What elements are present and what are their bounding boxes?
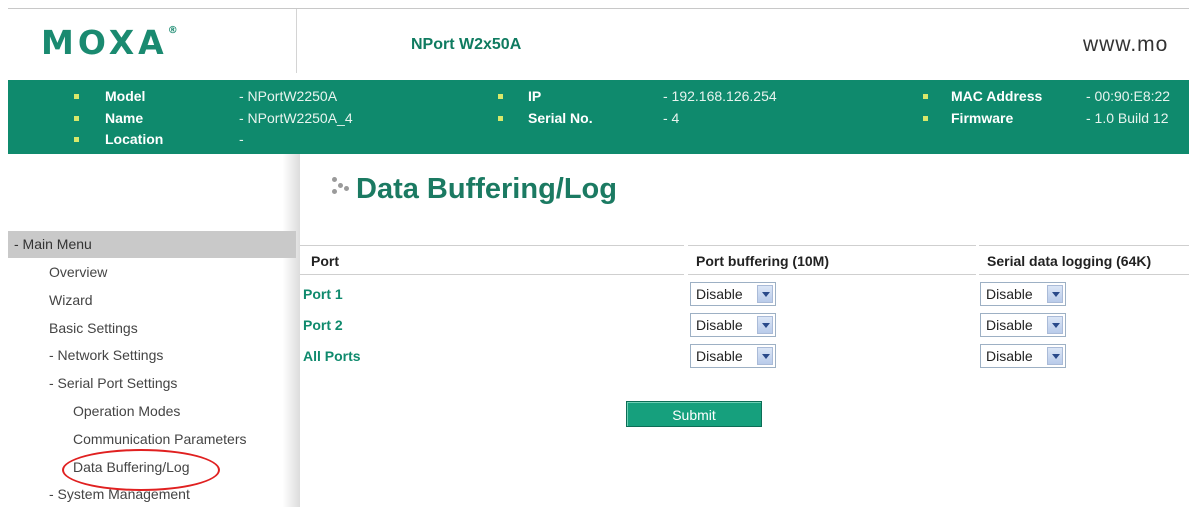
location-value: -: [239, 131, 244, 147]
ip-label: IP: [528, 88, 542, 104]
dropdown-arrow-icon[interactable]: [757, 285, 773, 303]
bullet-icon: [74, 94, 79, 99]
nav-item-communication-parameters[interactable]: Communication Parameters: [73, 431, 247, 447]
dropdown-arrow-icon[interactable]: [1047, 285, 1063, 303]
bullet-icon: [498, 94, 503, 99]
nav-item-operation-modes[interactable]: Operation Modes: [73, 403, 180, 419]
nav-item-overview[interactable]: Overview: [49, 264, 107, 280]
main-menu-header[interactable]: - Main Menu: [8, 231, 296, 258]
name-label: Name: [105, 110, 144, 126]
title-dots-icon: [330, 174, 352, 200]
model-value: - NPortW2250A: [239, 88, 338, 104]
location-label: Location: [105, 131, 164, 147]
dropdown-arrow-icon[interactable]: [757, 316, 773, 334]
nav-item-serial-port-settings[interactable]: - Serial Port Settings: [49, 375, 177, 391]
submit-button[interactable]: Submit: [626, 401, 762, 427]
bullet-icon: [498, 116, 503, 121]
name-value: - NPortW2250A_4: [239, 110, 353, 126]
model-label: Model: [105, 88, 146, 104]
port-1-buffering-select[interactable]: Disable: [690, 282, 776, 306]
column-header-serial-logging: Serial data logging (64K): [979, 245, 1189, 275]
all-ports-label: All Ports: [303, 348, 361, 364]
moxa-logo[interactable]: MOXA®: [41, 23, 178, 62]
bullet-icon: [74, 116, 79, 121]
bullet-icon: [923, 116, 928, 121]
device-info-bar: Model - NPortW2250A IP - 192.168.126.254…: [8, 80, 1189, 154]
port-2-label: Port 2: [303, 317, 343, 333]
registered-mark: ®: [167, 25, 178, 36]
product-name: NPort W2x50A: [411, 36, 522, 53]
ip-value: - 192.168.126.254: [663, 88, 777, 104]
all-ports-logging-select[interactable]: Disable: [980, 344, 1066, 368]
nav-item-wizard[interactable]: Wizard: [49, 292, 93, 308]
logo-area: MOXA®: [8, 9, 297, 73]
nav-item-network-settings[interactable]: - Network Settings: [49, 347, 163, 363]
mac-value: - 00:90:E8:22: [1086, 88, 1171, 104]
firmware-label: Firmware: [951, 110, 1014, 126]
dropdown-arrow-icon[interactable]: [1047, 316, 1063, 334]
mac-label: MAC Address: [951, 88, 1043, 104]
dropdown-arrow-icon[interactable]: [1047, 347, 1063, 365]
website-url[interactable]: www.mo: [1083, 33, 1168, 57]
port-1-logging-select[interactable]: Disable: [980, 282, 1066, 306]
port-1-label: Port 1: [303, 286, 343, 302]
serial-label: Serial No.: [528, 110, 593, 126]
column-header-port-buffering: Port buffering (10M): [688, 245, 976, 275]
all-ports-buffering-select[interactable]: Disable: [690, 344, 776, 368]
firmware-value: - 1.0 Build 12: [1086, 110, 1169, 126]
page-title: Data Buffering/Log: [330, 172, 617, 206]
port-2-buffering-select[interactable]: Disable: [690, 313, 776, 337]
dropdown-arrow-icon[interactable]: [757, 347, 773, 365]
top-header: MOXA® NPort W2x50A www.mo: [8, 8, 1189, 73]
bullet-icon: [923, 94, 928, 99]
port-2-logging-select[interactable]: Disable: [980, 313, 1066, 337]
serial-value: - 4: [663, 110, 680, 126]
bullet-icon: [74, 137, 79, 142]
nav-item-basic-settings[interactable]: Basic Settings: [49, 320, 138, 336]
column-header-port: Port: [300, 245, 684, 275]
red-highlight-circle: [62, 449, 220, 491]
